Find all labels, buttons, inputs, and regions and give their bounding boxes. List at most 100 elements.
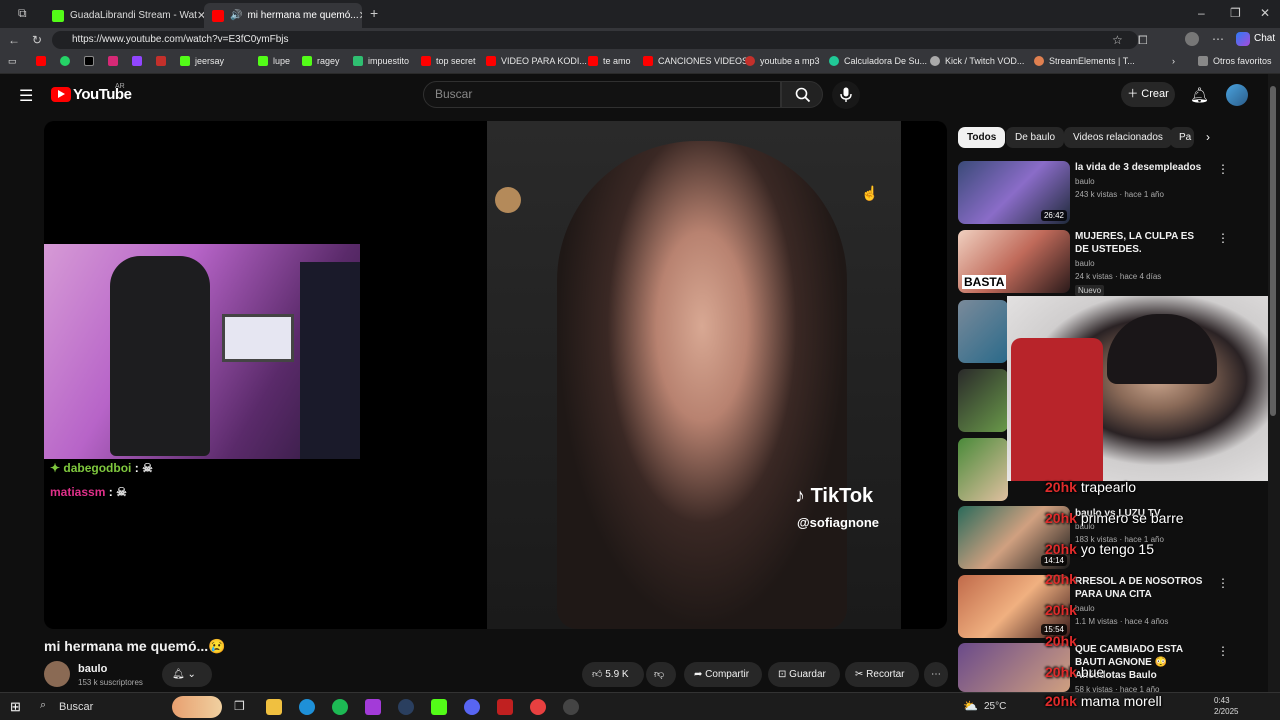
bookmark-twitch[interactable] — [132, 56, 147, 66]
recommended-channel[interactable]: baulo — [1075, 259, 1095, 268]
more-icon[interactable]: ⋯ — [1212, 32, 1224, 46]
bookmark-ragey[interactable]: ragey — [302, 56, 340, 66]
media-player-icon[interactable] — [563, 699, 579, 715]
menu-icon[interactable]: ☰ — [19, 86, 33, 106]
close-tab-icon[interactable]: ✕ — [197, 9, 204, 22]
clock-date[interactable]: 2/2025 — [1214, 707, 1238, 716]
recommended-channel[interactable]: baulo — [1075, 177, 1095, 186]
close-window-icon[interactable]: ✕ — [1260, 6, 1270, 20]
tab-label: mi hermana me quemó... — [247, 10, 359, 21]
search-input[interactable]: Buscar — [423, 81, 781, 108]
bookmark-te-amo[interactable]: te amo — [588, 56, 631, 66]
windows-start-icon[interactable]: ⊞ — [10, 699, 21, 715]
chip-todos[interactable]: Todos — [958, 127, 1006, 148]
account-avatar[interactable] — [1226, 84, 1248, 106]
bookmark-impuestito[interactable]: impuestito — [353, 56, 409, 66]
bookmark-x[interactable] — [84, 56, 99, 66]
reload-icon[interactable]: ↻ — [32, 33, 42, 47]
recommended-title[interactable]: MUJERES, LA CULPA ES DE USTEDES. — [1075, 230, 1210, 256]
more-options-icon[interactable]: ⋮ — [1217, 644, 1229, 658]
taskbar-search-icon[interactable]: ⌕ — [40, 699, 46, 712]
bookmark-jeersay[interactable]: jeersay — [180, 56, 224, 66]
new-tab-icon[interactable]: + — [370, 5, 378, 21]
close-tab-icon[interactable]: ✕ — [359, 9, 362, 22]
bookmark-yt-mp3[interactable]: youtube a mp3 — [745, 56, 820, 66]
youtube-logo-icon[interactable] — [51, 87, 71, 102]
taskbar-search-highlight-image[interactable] — [172, 696, 222, 718]
maximize-icon[interactable]: ❐ — [1230, 6, 1241, 20]
more-options-icon[interactable]: ⋮ — [1217, 576, 1229, 590]
chip-partial[interactable]: Pa — [1170, 127, 1194, 148]
clip-button[interactable]: ✂ Recortar — [845, 662, 919, 687]
notifications-bell-icon[interactable]: 🔔︎ — [1190, 86, 1209, 104]
channel-name[interactable]: baulo — [78, 663, 107, 675]
chip-de-baulo[interactable]: De baulo — [1006, 127, 1065, 148]
bookmark-calculadora[interactable]: Calculadora De Su... — [829, 56, 927, 66]
speaker-icon[interactable]: 🔊 — [230, 10, 242, 21]
obs-icon[interactable] — [530, 699, 546, 715]
chat-button[interactable]: Chat — [1254, 33, 1275, 44]
save-button[interactable]: ⊡ Guardar — [768, 662, 840, 687]
back-icon[interactable]: ← — [8, 33, 20, 47]
channel-avatar[interactable] — [44, 661, 70, 687]
app-c-icon[interactable] — [365, 699, 381, 715]
favorite-icon[interactable]: ☆ — [1112, 33, 1123, 47]
bookmark-lupe[interactable]: lupe — [258, 56, 290, 66]
bookmark-youtube[interactable] — [36, 56, 51, 66]
taskbar-search-input[interactable]: Buscar — [59, 701, 93, 713]
spotify-icon[interactable] — [332, 699, 348, 715]
scrollbar-thumb[interactable] — [1270, 86, 1276, 416]
bookmark-streamelements[interactable]: StreamElements | T... — [1034, 56, 1135, 66]
url-field[interactable]: https://www.youtube.com/watch?v=E3fC0ymF… — [52, 31, 1138, 49]
create-button[interactable]: ＋ Crear — [1121, 82, 1175, 107]
video-thumbnail[interactable] — [958, 438, 1008, 501]
tab-guadalibrandi[interactable]: GuadaLibrandi Stream - Wat ✕ — [44, 3, 204, 28]
kick-app-icon[interactable] — [431, 699, 447, 715]
bookmark-folder-icon[interactable]: ▭ — [8, 56, 17, 67]
other-favorites[interactable]: Otros favoritos — [1198, 56, 1272, 66]
chevron-right-icon[interactable]: › — [1206, 130, 1210, 144]
edge-icon[interactable] — [299, 699, 315, 715]
recommended-title[interactable]: RRESOL A DE NOSOTROS PARA UNA CITA — [1075, 575, 1210, 601]
video-player[interactable]: ✦ dabegodboi : ☠ matiassm : ☠ ♪ TikTok @… — [44, 121, 947, 629]
more-options-icon[interactable]: ⋮ — [1217, 162, 1229, 176]
like-button[interactable]: 👍︎ 5.9 K — [582, 662, 644, 687]
steam-icon[interactable] — [398, 699, 414, 715]
profile-icon[interactable] — [1185, 32, 1199, 46]
minimize-icon[interactable]: – — [1198, 6, 1205, 20]
bookmark-red[interactable] — [156, 56, 171, 66]
tab-youtube[interactable]: 🔊 mi hermana me quemó... ✕ — [204, 3, 362, 28]
discord-icon[interactable] — [464, 699, 480, 715]
skull-icon: ☠ — [116, 485, 127, 499]
extensions-icon[interactable]: ⧠ — [1138, 33, 1148, 48]
bookmark-instagram[interactable] — [108, 56, 123, 66]
voice-app-icon[interactable] — [497, 699, 513, 715]
bookmark-top-secret[interactable]: top secret — [421, 56, 476, 66]
share-button[interactable]: ➦ Compartir — [684, 662, 762, 687]
subscription-bell-button[interactable]: 🔔︎ ⌄ — [162, 662, 212, 687]
chip-videos-relacionados[interactable]: Videos relacionados — [1064, 127, 1172, 148]
clock-time[interactable]: 0:43 — [1214, 696, 1230, 705]
bookmark-kick-twitch[interactable]: Kick / Twitch VOD... — [930, 56, 1024, 66]
voice-search-button[interactable] — [832, 81, 860, 109]
more-actions-button[interactable]: ⋯ — [924, 662, 948, 687]
bookmark-video-kodi[interactable]: VIDEO PARA KODI... — [486, 56, 587, 66]
more-options-icon[interactable]: ⋮ — [1217, 231, 1229, 245]
search-button[interactable] — [781, 81, 823, 108]
video-thumbnail[interactable]: 26:42 — [958, 161, 1070, 224]
bookmark-whatsapp[interactable] — [60, 56, 75, 66]
video-thumbnail[interactable] — [958, 369, 1008, 432]
bookmark-canciones[interactable]: CANCIONES VIDEOS — [643, 56, 748, 66]
bookmarks-overflow-icon[interactable]: › — [1172, 56, 1175, 66]
video-thumbnail[interactable]: BASTA — [958, 230, 1070, 293]
recommended-meta: 24 k vistas · hace 4 días — [1075, 272, 1162, 281]
recommended-channel[interactable]: baulo — [1075, 604, 1095, 613]
dislike-button[interactable]: 👎︎ — [646, 662, 676, 687]
recommended-title[interactable]: la vida de 3 desempleados — [1075, 161, 1210, 174]
video-thumbnail[interactable] — [958, 300, 1008, 363]
task-view-icon[interactable]: ❒ — [234, 699, 245, 713]
overlay-chat-line: 20hk yo tengo 15 — [1045, 541, 1154, 557]
file-explorer-icon[interactable] — [266, 699, 282, 715]
workspaces-icon[interactable]: ⧉ — [18, 6, 27, 21]
weather-icon[interactable]: ⛅ — [963, 699, 978, 713]
